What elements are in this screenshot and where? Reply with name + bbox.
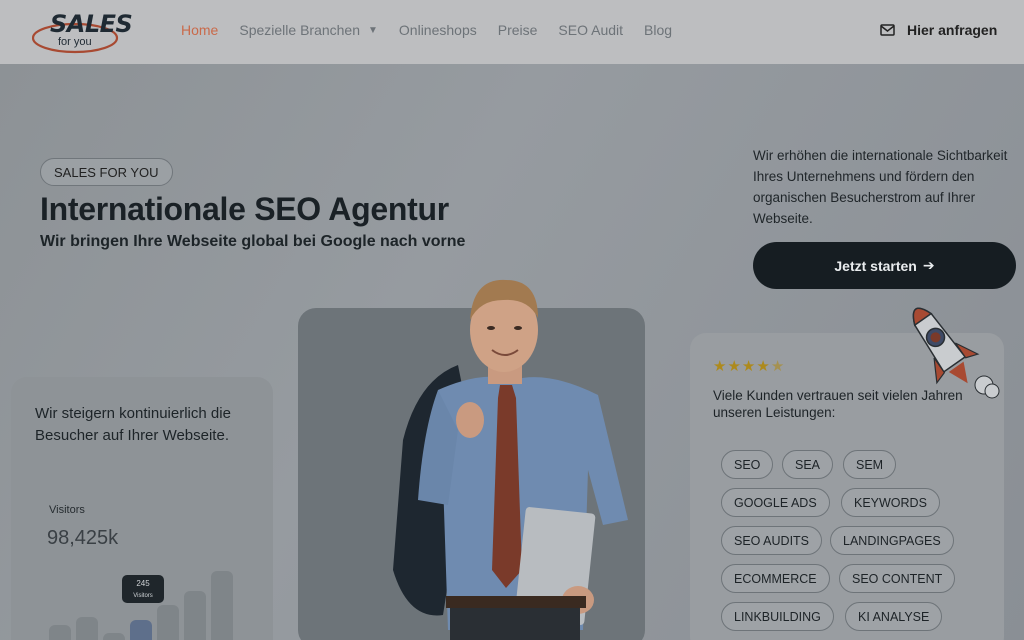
logo[interactable]: SALES for you xyxy=(32,8,133,56)
service-tag[interactable]: SEM xyxy=(843,450,897,479)
visitors-bar xyxy=(157,605,179,640)
logo-text: SALES xyxy=(50,10,133,38)
star-icon: ★ xyxy=(727,358,742,375)
start-button[interactable]: Jetzt starten ➔ xyxy=(753,242,1016,289)
service-tag[interactable]: GOOGLE ADS xyxy=(721,488,830,517)
service-tag[interactable]: SEO CONTENT xyxy=(839,564,956,593)
star-rating: ★★★★★ xyxy=(713,357,785,375)
visitors-bar xyxy=(76,617,98,640)
service-tag[interactable]: LANDINGPAGES xyxy=(830,526,954,555)
main-nav: Home Spezielle Branchen ▼ Onlineshops Pr… xyxy=(181,22,693,38)
nav-item-preise[interactable]: Preise xyxy=(498,22,538,38)
service-tag[interactable]: ECOMMERCE xyxy=(721,564,830,593)
page-subtitle: Wir bringen Ihre Webseite global bei Goo… xyxy=(40,233,466,250)
service-tag[interactable]: SEO AUDITS xyxy=(721,526,823,555)
visitors-bar xyxy=(103,633,125,640)
arrow-right-icon: ➔ xyxy=(922,257,935,273)
contact-link[interactable]: Hier anfragen xyxy=(880,22,997,38)
nav-item-spezielle-branchen[interactable]: Spezielle Branchen ▼ xyxy=(239,22,378,38)
service-tag[interactable]: SEO xyxy=(721,450,774,479)
businessman-image xyxy=(393,279,628,640)
star-icon: ★ xyxy=(713,358,728,375)
visitors-card: Wir steigern kontinuierlich die Besucher… xyxy=(11,377,273,640)
nav-item-seo-audit[interactable]: SEO Audit xyxy=(558,22,623,38)
hero-badge: SALES FOR YOU xyxy=(40,158,173,186)
site-header: SALES for you Home Spezielle Branchen ▼ … xyxy=(0,0,1024,64)
visitors-bar xyxy=(184,591,206,640)
chevron-down-icon: ▼ xyxy=(368,24,378,36)
half-star-icon: ★ xyxy=(770,358,786,375)
visitors-bar xyxy=(49,625,71,640)
visitors-value: 98,425k xyxy=(47,527,119,549)
visitors-bar-highlight xyxy=(130,620,152,640)
service-tag[interactable]: SEA xyxy=(782,450,834,479)
rocket-icon xyxy=(912,307,1000,399)
page-title: Internationale SEO Agentur xyxy=(40,191,449,227)
service-tag[interactable]: KEYWORDS xyxy=(841,488,940,517)
service-tag[interactable]: KI ANALYSE xyxy=(845,602,943,631)
visitors-label: Visitors xyxy=(49,504,85,516)
tooltip-value: 245 xyxy=(136,579,150,588)
visitors-tooltip: 245 Visitors xyxy=(122,575,164,603)
envelope-icon xyxy=(880,24,895,36)
contact-link-label: Hier anfragen xyxy=(907,22,998,38)
logo-subtext: for you xyxy=(58,36,92,48)
star-icon: ★ xyxy=(756,358,771,375)
nav-item-onlineshops[interactable]: Onlineshops xyxy=(399,22,477,38)
nav-item-home[interactable]: Home xyxy=(181,22,218,38)
visitors-card-text: Wir steigern kontinuierlich die Besucher… xyxy=(35,405,231,444)
visitors-bar xyxy=(211,571,233,640)
tooltip-label: Visitors xyxy=(133,593,153,599)
start-button-label: Jetzt starten xyxy=(834,257,917,274)
service-tag[interactable]: LINKBUILDING xyxy=(721,602,834,631)
nav-item-label: Spezielle Branchen xyxy=(239,22,360,38)
star-icon: ★ xyxy=(741,358,757,375)
nav-item-blog[interactable]: Blog xyxy=(644,22,672,38)
hero-intro: Wir erhöhen die internationale Sichtbark… xyxy=(753,148,1008,226)
